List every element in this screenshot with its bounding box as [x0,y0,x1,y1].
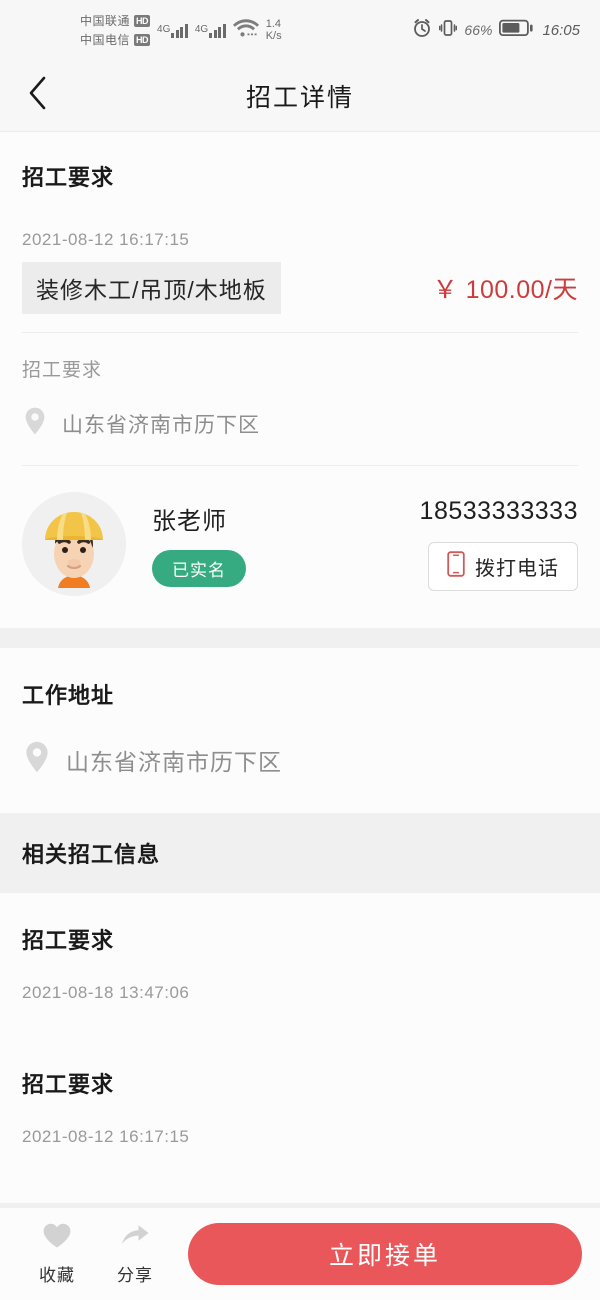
job-requirement-label: 招工要求 [22,360,103,381]
clock-label: 16:05 [542,21,580,39]
signal-bars-icon-2 [209,22,226,38]
job-posted-at: 2021-08-12 16:17:15 [22,230,190,249]
work-address-row: 山东省济南市历下区 [22,710,578,779]
call-button-label: 拨打电话 [475,558,559,580]
status-bar-left: 中国联通 HD 中国电信 HD 4G 4G 1.4 K/s [80,12,282,48]
battery-percent-label: 66% [464,22,493,38]
bottom-action-bar: 收藏 分享 立即接单 [0,1208,600,1300]
carrier-row-2: 中国电信 HD [80,31,151,48]
related-item-date: 2021-08-18 13:47:06 [22,983,190,1002]
job-location-text: 山东省济南市历下区 [62,413,260,437]
battery-icon [499,19,534,42]
share-button[interactable]: 分享 [96,1222,174,1286]
carrier-names: 中国联通 HD 中国电信 HD [80,12,151,48]
status-bar: 中国联通 HD 中国电信 HD 4G 4G 1.4 K/s 66% 16:05 [0,0,600,60]
back-button[interactable] [8,66,68,126]
network-speed: 1.4 K/s [266,18,282,42]
heart-icon [42,1222,72,1254]
job-detail-card: 招工要求 2021-08-12 16:17:15 装修木工/吊顶/木地板 ￥ 1… [0,132,600,628]
accept-order-label: 立即接单 [328,1242,441,1270]
carrier-row-1: 中国联通 HD [80,12,151,29]
app-screen: 中国联通 HD 中国电信 HD 4G 4G 1.4 K/s 66% 16:05 … [0,0,600,1300]
share-label: 分享 [117,1266,153,1285]
share-arrow-icon [120,1222,150,1254]
work-address-card: 工作地址 山东省济南市历下区 [0,648,600,813]
page-title: 招工详情 [245,82,354,112]
hd-badge-1: HD [134,14,151,27]
related-item-title: 招工要求 [22,1072,115,1097]
related-section-title: 相关招工信息 [22,842,161,867]
list-item[interactable]: 招工要求 2021-08-18 13:47:06 [0,893,600,1037]
section-gap-1 [0,628,600,648]
network-type-1: 4G [157,24,171,35]
related-item-title: 招工要求 [22,928,115,953]
chevron-left-icon [26,75,50,116]
job-section-title: 招工要求 [22,165,115,190]
location-pin-icon [22,740,52,779]
signal-group-2: 4G [195,22,226,38]
work-address-title: 工作地址 [22,683,115,708]
hd-badge-2: HD [134,33,151,46]
speed-unit: K/s [265,30,282,42]
location-pin-icon [22,406,48,441]
verified-badge: 已实名 [152,550,246,587]
network-type-2: 4G [194,24,209,35]
related-section-header: 相关招工信息 [0,813,600,893]
signal-group-1: 4G [157,22,188,38]
contact-actions: 18533333333 拨打电话 [420,497,578,591]
job-category-tag: 装修木工/吊顶/木地板 [22,262,281,314]
status-bar-right: 66% 16:05 [412,18,580,43]
job-location-row: 山东省济南市历下区 [22,382,578,441]
job-tag-price-row: 装修木工/吊顶/木地板 ￥ 100.00/天 [22,262,578,314]
worker-avatar [22,492,126,596]
speed-value: 1.4 [265,18,281,30]
favorite-button[interactable]: 收藏 [18,1222,96,1286]
contact-info: 张老师 已实名 [152,501,246,587]
alarm-icon [412,18,432,43]
main-content: 招工要求 2021-08-12 16:17:15 装修木工/吊顶/木地板 ￥ 1… [0,132,600,1241]
carrier-2-label: 中国电信 [80,33,131,47]
mobile-phone-icon [447,551,465,582]
nav-bar: 招工详情 [0,60,600,132]
related-item-date: 2021-08-12 16:17:15 [22,1127,190,1146]
wifi-icon [232,18,259,42]
signal-bars-icon-1 [171,22,188,38]
carrier-1-label: 中国联通 [80,14,131,28]
contact-phone: 18533333333 [419,497,578,525]
work-address-text: 山东省济南市历下区 [66,748,282,775]
contact-name: 张老师 [152,508,227,535]
list-filler [0,1181,600,1203]
accept-order-button[interactable]: 立即接单 [188,1223,582,1285]
call-button[interactable]: 拨打电话 [428,542,578,591]
job-price: ￥ 100.00/天 [432,276,578,304]
list-item[interactable]: 招工要求 2021-08-12 16:17:15 [0,1037,600,1181]
favorite-label: 收藏 [39,1266,75,1285]
vibrate-icon [439,18,458,43]
contact-row: 张老师 已实名 18533333333 拨打电话 [22,465,578,626]
